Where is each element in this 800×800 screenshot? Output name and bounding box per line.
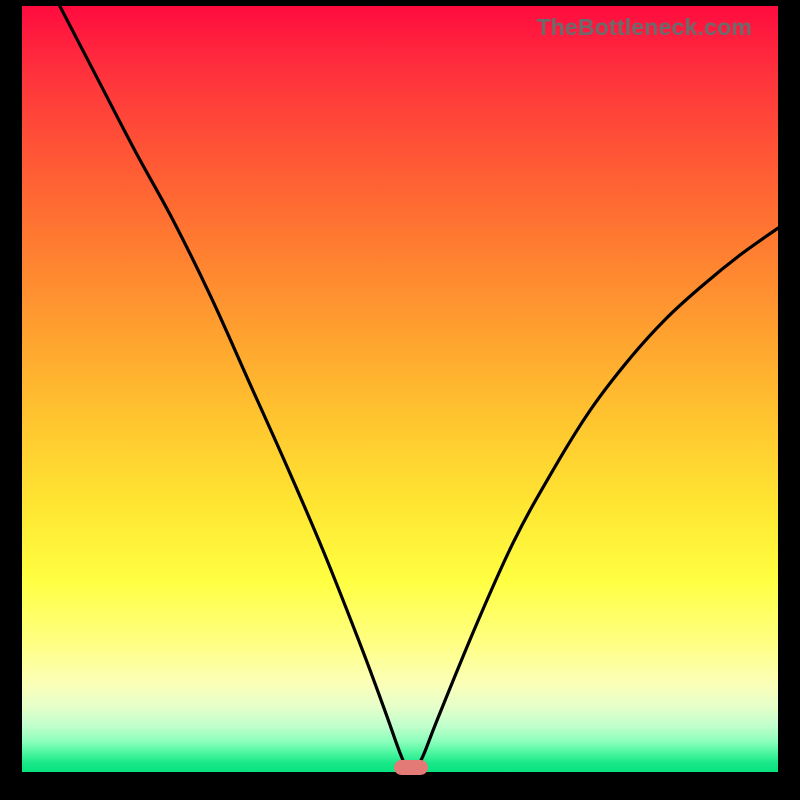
chart-frame: TheBottleneck.com	[0, 0, 800, 800]
bottleneck-curve	[22, 6, 778, 772]
curve-path	[60, 6, 778, 770]
optimal-marker	[394, 760, 428, 775]
plot-area: TheBottleneck.com	[22, 6, 778, 772]
